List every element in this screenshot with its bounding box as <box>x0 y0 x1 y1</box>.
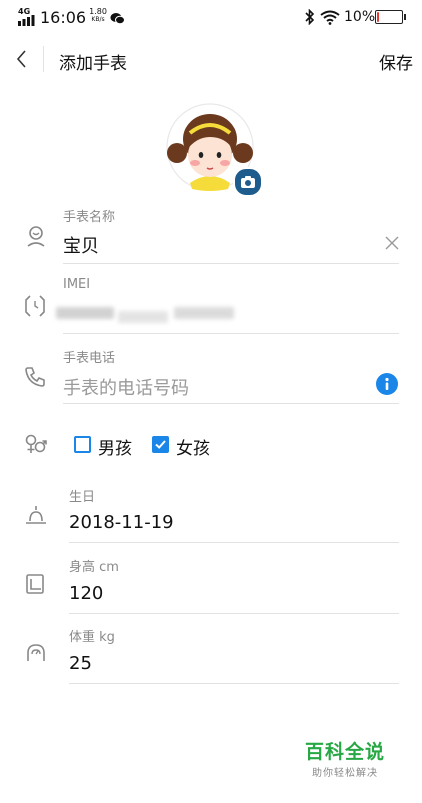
height-input[interactable]: 120 <box>69 583 103 604</box>
wifi-icon <box>320 9 340 29</box>
watch-phone-input[interactable]: 手表的电话号码 <box>63 374 189 400</box>
info-icon <box>385 377 389 390</box>
height-underline <box>69 613 399 614</box>
weight-input[interactable]: 25 <box>69 653 92 674</box>
back-button[interactable] <box>10 46 34 72</box>
clear-button[interactable] <box>383 234 401 252</box>
weight-underline <box>69 683 399 684</box>
chevron-left-icon <box>16 50 26 68</box>
gender-option-girl[interactable]: 女孩 <box>152 434 214 459</box>
battery-percent: 10% <box>344 9 376 25</box>
imei-underline <box>63 333 399 334</box>
redacted-segment <box>174 307 234 319</box>
ruler-icon <box>24 572 46 596</box>
cake-icon <box>24 503 48 527</box>
phone-icon <box>24 366 46 388</box>
imei-label: IMEI <box>63 277 91 292</box>
save-button[interactable]: 保存 <box>379 49 413 74</box>
watch-phone-label: 手表电话 <box>63 351 116 366</box>
close-icon <box>385 236 399 250</box>
speed-value: 1.80 <box>89 7 107 16</box>
watch-name-label: 手表名称 <box>63 210 116 225</box>
watch-name-input[interactable]: 宝贝 <box>63 232 99 258</box>
weight-label: 体重 kg <box>69 630 115 645</box>
boy-checkbox[interactable] <box>74 436 91 453</box>
imei-value-redacted <box>56 305 236 329</box>
height-label: 身高 cm <box>69 560 119 575</box>
watch-name-underline <box>63 263 399 264</box>
girl-label: 女孩 <box>176 439 210 459</box>
scale-icon <box>24 641 48 665</box>
gender-option-boy[interactable]: 男孩 <box>74 434 136 459</box>
checkmark-icon <box>155 440 166 449</box>
status-bar: 4G 16:06 1.80 KB/s 10% <box>0 0 422 34</box>
watch-phone-underline <box>63 403 399 404</box>
watermark-sub: 助你轻松解决 <box>312 768 378 779</box>
avatar[interactable] <box>164 103 263 199</box>
status-time: 16:06 <box>40 8 87 27</box>
battery-tip <box>404 14 406 20</box>
speed-unit: KB/s <box>91 16 105 23</box>
phone-info-button[interactable] <box>376 373 398 395</box>
boy-label: 男孩 <box>98 439 132 459</box>
person-icon <box>25 224 47 248</box>
birthday-input[interactable]: 2018-11-19 <box>69 512 174 533</box>
camera-icon <box>241 176 255 188</box>
girl-checkbox[interactable] <box>152 436 169 453</box>
watermark-main: 百科全说 <box>304 741 385 763</box>
bluetooth-icon <box>305 8 315 29</box>
battery-icon <box>375 10 406 24</box>
redacted-segment <box>56 307 114 319</box>
battery-level-fill <box>377 12 379 22</box>
page-title: 添加手表 <box>59 54 127 74</box>
network-speed: 1.80 KB/s <box>87 8 109 24</box>
gender-icon <box>24 433 48 457</box>
camera-button[interactable] <box>233 167 263 197</box>
watch-icon <box>24 294 46 318</box>
watermark: 百科全说 助你轻松解决 <box>300 737 390 779</box>
wechat-icon <box>110 10 125 29</box>
birthday-label: 生日 <box>69 490 96 505</box>
redacted-segment <box>118 311 168 323</box>
birthday-underline <box>69 542 399 543</box>
header-divider <box>43 46 44 72</box>
